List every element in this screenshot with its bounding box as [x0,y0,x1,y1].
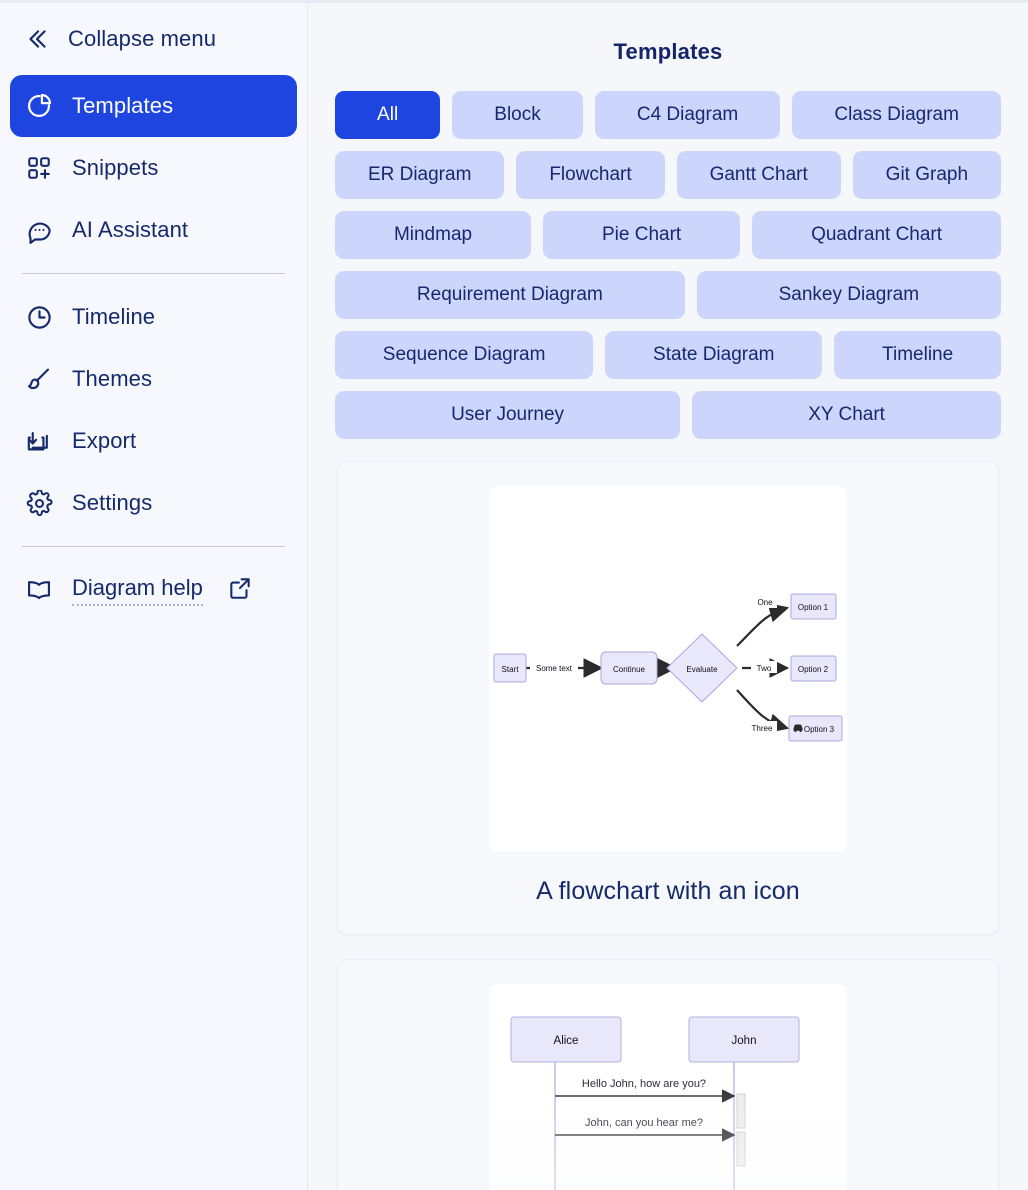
flow-node-option-2: Option 2 [798,665,829,674]
sidebar-nav: Templates Snippets AI Assistant Timeline… [0,75,307,559]
sidebar-item-snippets[interactable]: Snippets [10,137,297,199]
diagram-help-label: Diagram help [72,575,203,606]
main-content: Templates All Block C4 Diagram Class Dia… [308,3,1028,1190]
filter-chip-block[interactable]: Block [452,91,583,139]
filter-chip-quadrant-chart[interactable]: Quadrant Chart [752,211,1001,259]
filter-chip-timeline[interactable]: Timeline [834,331,1001,379]
sequence-participant-john: John [732,1035,757,1047]
flow-node-option-3: Option 3 [804,725,835,734]
sidebar-item-label: Themes [72,366,153,391]
flowchart-svg: Start Some text Continue Evaluate Option… [493,593,843,742]
flow-edge-label-three: Three [752,724,773,733]
flow-node-start: Start [502,665,520,674]
template-card[interactable]: Alice John Hello John, how are you? John… [337,959,999,1190]
pie-chart-icon [24,91,54,121]
chevron-double-left-icon [22,24,52,54]
sidebar-item-ai-assistant[interactable]: AI Assistant [10,199,297,261]
sidebar-item-templates[interactable]: Templates [10,75,297,137]
filter-chip-state-diagram[interactable]: State Diagram [605,331,823,379]
filter-chip-mindmap[interactable]: Mindmap [335,211,532,259]
filter-chip-user-journey[interactable]: User Journey [335,391,681,439]
clock-icon [24,302,54,332]
sidebar-item-themes[interactable]: Themes [10,348,297,410]
flow-edge-label-two: Two [757,664,772,673]
sidebar-item-label: Timeline [72,304,156,329]
flow-node-option-1: Option 1 [798,603,829,612]
filter-chip-sequence-diagram[interactable]: Sequence Diagram [335,331,594,379]
filter-chip-flowchart[interactable]: Flowchart [516,151,665,199]
filter-chip-sankey-diagram[interactable]: Sankey Diagram [696,271,1001,319]
sidebar-item-label: Settings [72,490,153,515]
sidebar-item-settings[interactable]: Settings [10,472,297,534]
external-link-icon [227,575,253,606]
sidebar-divider-top [22,273,285,274]
filter-chip-class-diagram[interactable]: Class Diagram [792,91,1001,139]
flow-edge-label-some-text: Some text [536,664,573,673]
sidebar-item-export[interactable]: Export [10,410,297,472]
download-icon [24,426,54,456]
flow-node-evaluate: Evaluate [686,665,718,674]
chat-dots-icon [24,215,54,245]
filter-chip-requirement-diagram[interactable]: Requirement Diagram [335,271,685,319]
filter-chip-all[interactable]: All [335,91,441,139]
flow-node-continue: Continue [613,665,646,674]
app-window: Collapse menu Templates Snippets AI Assi [0,0,1028,1190]
page-title: Templates [613,39,723,64]
sidebar-divider-bottom [22,546,285,547]
filter-chip-c4-diagram[interactable]: C4 Diagram [594,91,781,139]
filter-chip-er-diagram[interactable]: ER Diagram [335,151,505,199]
filter-chip-pie-chart[interactable]: Pie Chart [543,211,741,259]
collapse-menu-button[interactable]: Collapse menu [0,11,307,67]
template-preview-flowchart: Start Some text Continue Evaluate Option… [489,486,847,851]
gear-icon [24,488,54,518]
paintbrush-icon [24,364,54,394]
snippets-grid-plus-icon [24,153,54,183]
filter-chip-list: All Block C4 Diagram Class Diagram ER Di… [335,91,1001,439]
template-preview-sequence: Alice John Hello John, how are you? John… [489,984,847,1190]
sidebar-item-label: AI Assistant [72,217,189,242]
template-card-title: A flowchart with an icon [536,877,800,905]
book-icon [24,575,54,605]
filter-chip-xy-chart[interactable]: XY Chart [692,391,1001,439]
sidebar-item-label: Export [72,428,137,453]
filter-chip-git-graph[interactable]: Git Graph [852,151,1001,199]
template-card-list: Start Some text Continue Evaluate Option… [330,461,1006,1190]
filter-chip-gantt-chart[interactable]: Gantt Chart [676,151,841,199]
collapse-menu-label: Collapse menu [68,26,217,51]
sidebar-item-timeline[interactable]: Timeline [10,286,297,348]
sidebar-item-label: Templates [72,93,174,118]
sequence-svg: Alice John Hello John, how are you? John… [489,1016,847,1190]
sidebar-item-label: Snippets [72,155,159,180]
sequence-participant-alice: Alice [554,1035,579,1047]
template-card[interactable]: Start Some text Continue Evaluate Option… [337,461,999,935]
sidebar: Collapse menu Templates Snippets AI Assi [0,3,308,1190]
diagram-help-link[interactable]: Diagram help [0,559,307,621]
flow-edge-label-one: One [757,598,773,607]
